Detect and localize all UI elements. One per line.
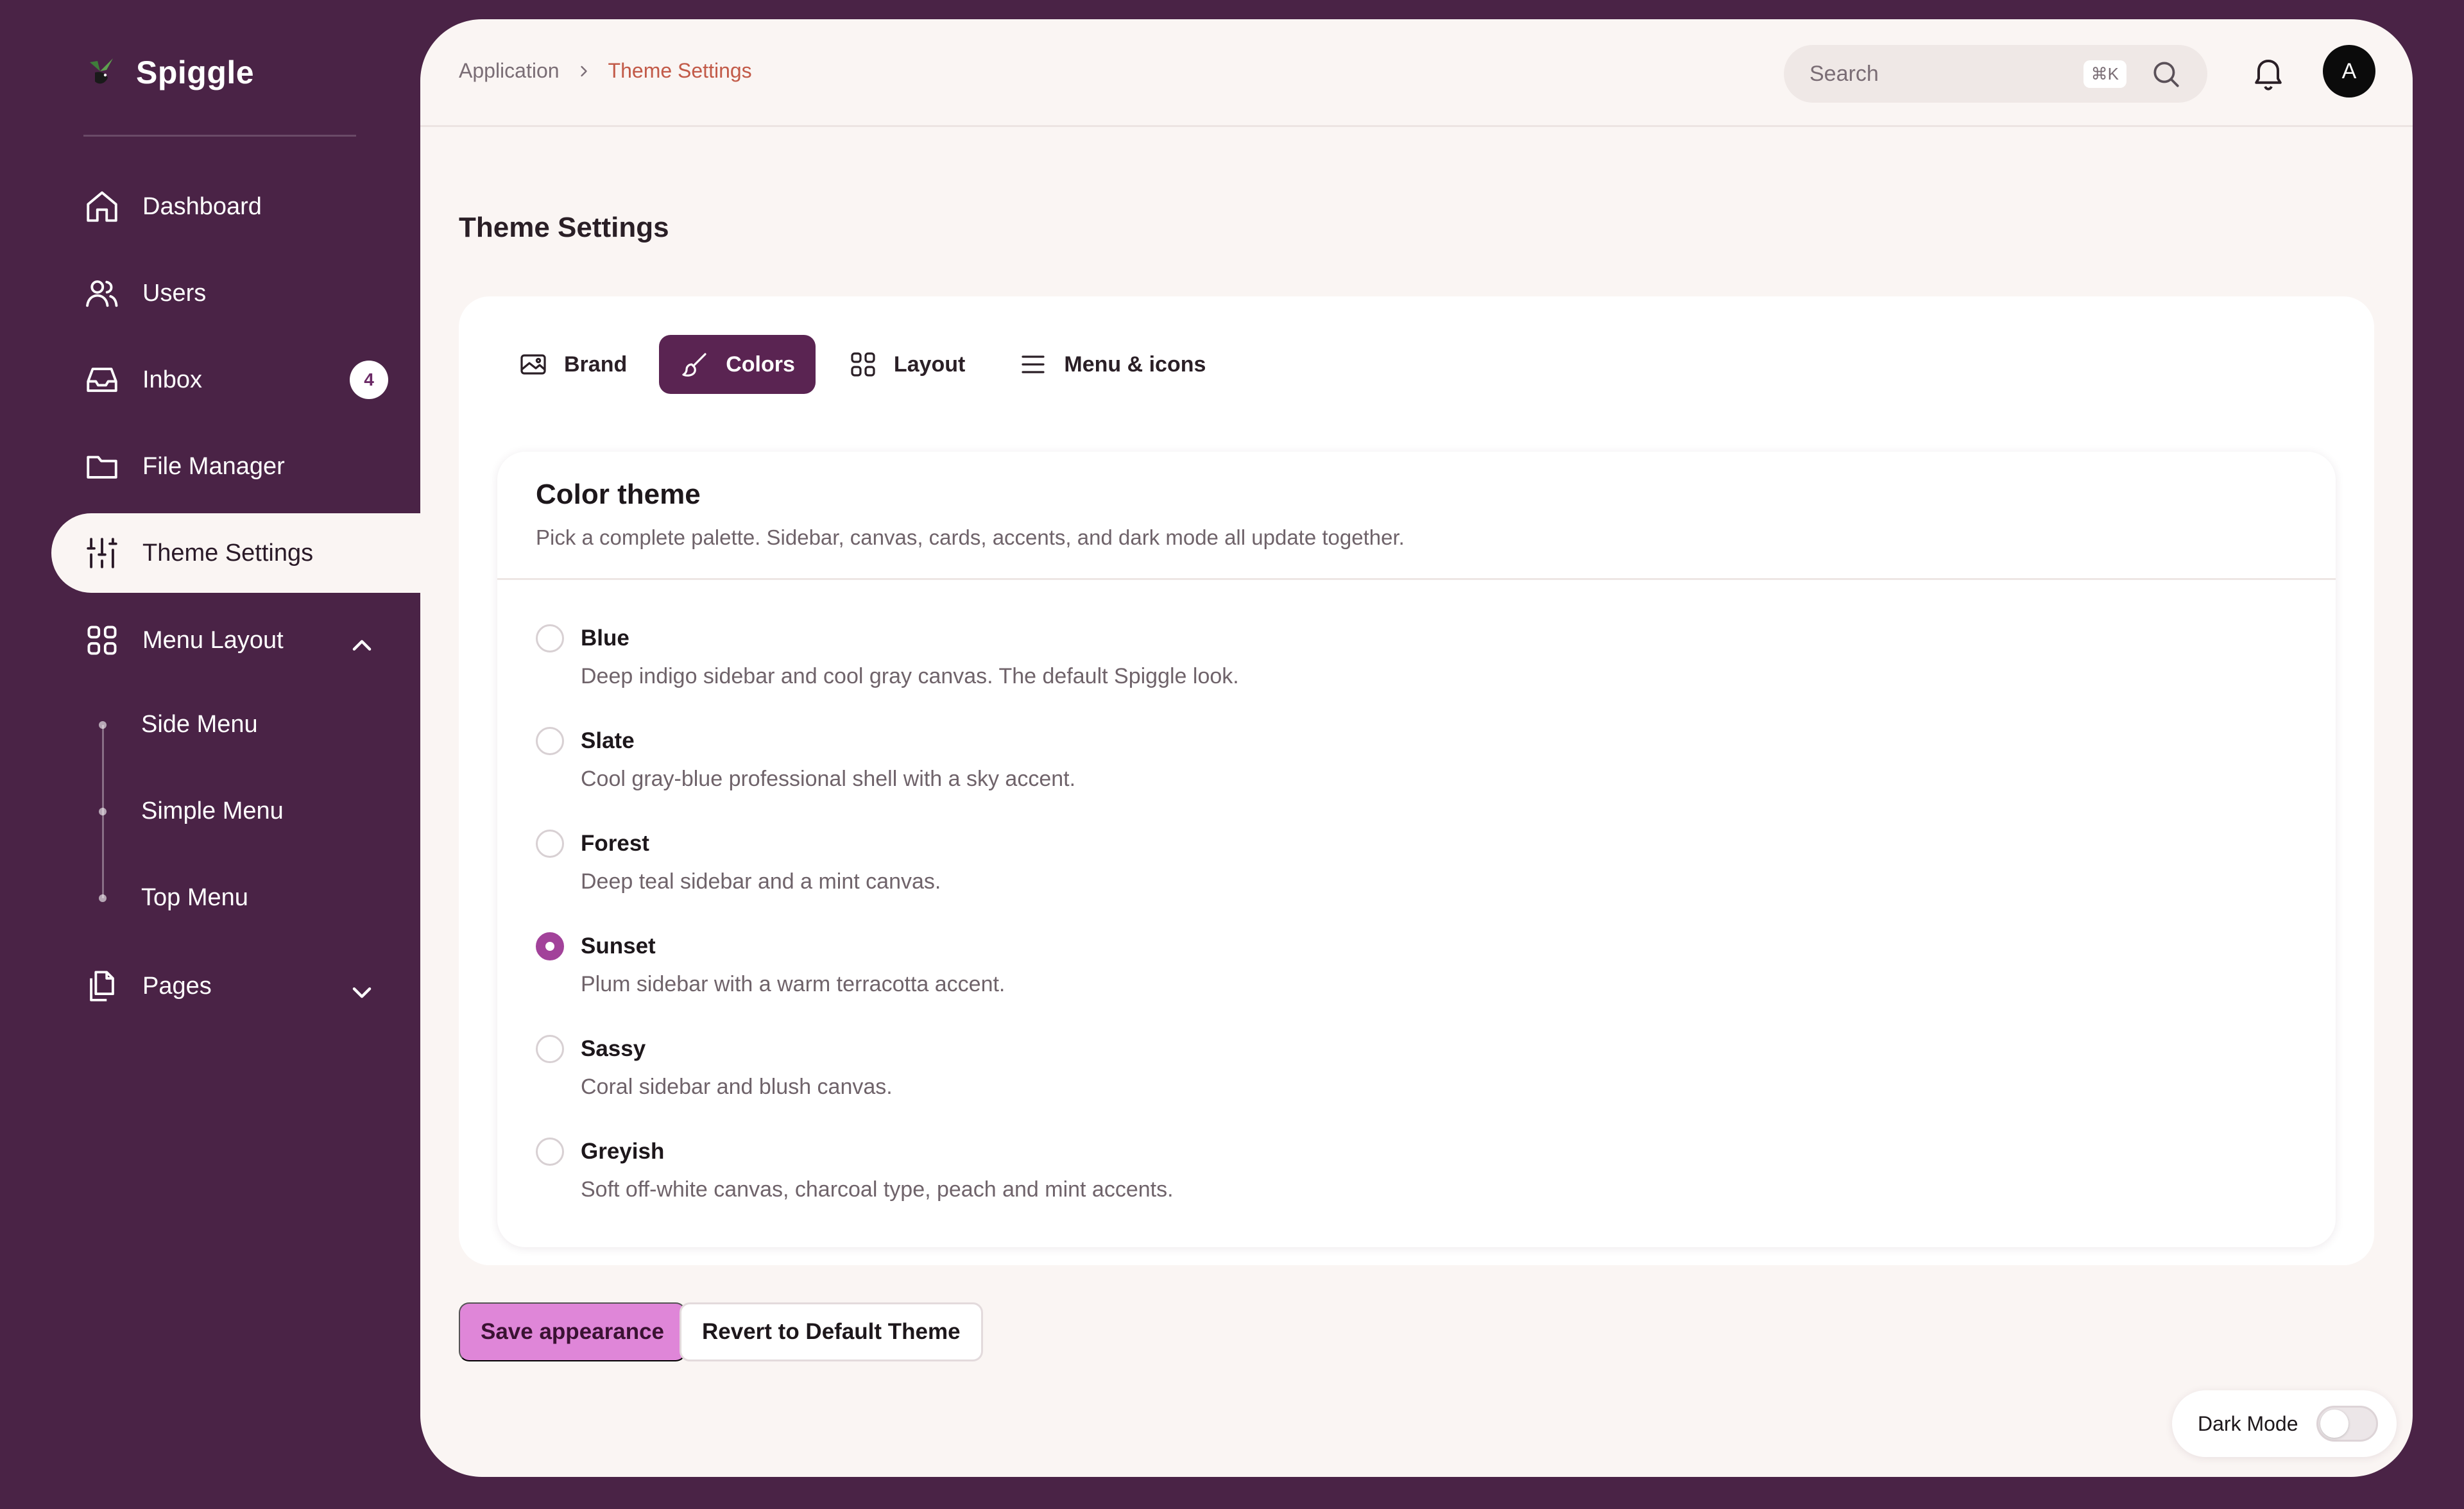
chevron-right-icon [580,65,587,76]
sidebar-divider [83,135,356,137]
save-appearance-button[interactable]: Save appearance [459,1302,687,1361]
sliders-icon [87,538,117,568]
radio-button[interactable] [536,624,564,652]
sidebar-item-label: Theme Settings [142,539,314,567]
theme-option-desc: Cool gray-blue professional shell with a… [581,767,1076,791]
main-panel: Application Theme Settings Search ⌘K A T… [420,19,2413,1477]
inbox-count-badge: 4 [350,361,388,399]
sidebar: Spiggle Dashboard Users Inbox 4 File Man… [0,0,420,1509]
sidebar-item-label: File Manager [142,452,285,480]
theme-option-name: Forest [581,831,649,856]
sidebar-item-label: Menu Layout [142,626,284,654]
image-icon [520,354,546,375]
theme-option-greyish[interactable]: Greyish Soft off-white canvas, charcoal … [536,1135,2204,1218]
tab-brand[interactable]: Brand [497,335,647,394]
brush-icon [682,353,706,377]
sidebar-item-menu-layout[interactable]: Menu Layout [83,611,385,669]
tab-layout[interactable]: Layout [827,335,986,394]
sidebar-item-label: Dashboard [142,192,262,220]
bell-icon[interactable] [2249,55,2288,93]
dark-mode-control: Dark Mode [2172,1390,2397,1457]
theme-option-desc: Soft off-white canvas, charcoal type, pe… [581,1177,1174,1202]
tab-label: Layout [893,352,966,377]
tabs: Brand Colors Layout Menu & icons [497,335,1226,394]
theme-option-name: Sassy [581,1036,646,1061]
theme-option-slate[interactable]: Slate Cool gray-blue professional shell … [536,724,2204,808]
theme-option-name: Blue [581,626,629,651]
sidebar-subitem-side-menu[interactable]: Side Menu [141,711,258,738]
radio-button[interactable] [536,830,564,858]
tab-label: Menu & icons [1064,352,1206,377]
theme-option-name: Sunset [581,934,656,959]
sidebar-item-pages[interactable]: Pages [83,957,385,1015]
logo-icon [90,58,113,84]
grid-icon [87,626,117,655]
theme-option-sunset[interactable]: Sunset Plum sidebar with a warm terracot… [536,930,2204,1013]
sidebar-subitem-top-menu[interactable]: Top Menu [141,884,248,912]
sidebar-item-theme-settings[interactable]: Theme Settings [83,524,313,582]
pages-icon [90,971,114,1002]
color-theme-title: Color theme [536,479,701,510]
sidebar-item-file-manager[interactable]: File Manager [83,438,385,495]
sidebar-item-label: Inbox [142,366,202,393]
breadcrumb-item-application[interactable]: Application [459,59,560,83]
sidebar-item-dashboard[interactable]: Dashboard [83,178,385,235]
home-icon [87,191,117,222]
page-title: Theme Settings [459,212,669,243]
topbar: Application Theme Settings Search ⌘K A [420,19,2413,127]
theme-option-desc: Coral sidebar and blush canvas. [581,1075,893,1099]
breadcrumb-item-current: Theme Settings [608,59,752,82]
theme-settings-card: Brand Colors Layout Menu & icons Color t… [459,296,2374,1265]
folder-icon [87,456,117,479]
sidebar-subitem-simple-menu[interactable]: Simple Menu [141,797,284,825]
theme-option-desc: Deep teal sidebar and a mint canvas. [581,869,941,894]
theme-option-name: Slate [581,728,635,753]
tab-label: Brand [564,352,628,377]
chevron-up-icon[interactable] [343,627,381,665]
breadcrumb: Application Theme Settings [459,59,752,83]
menu-icon [1022,355,1045,373]
search-input[interactable]: Search ⌘K [1784,45,2207,103]
sidebar-item-inbox[interactable]: Inbox 4 [83,351,388,409]
sidebar-item-users[interactable]: Users [83,264,385,322]
radio-button-selected[interactable] [536,932,564,960]
dark-mode-toggle[interactable] [2316,1406,2378,1442]
chevron-down-icon[interactable] [343,973,381,1010]
search-placeholder: Search [1810,61,1879,86]
revert-default-theme-button[interactable]: Revert to Default Theme [680,1302,983,1361]
theme-option-desc: Deep indigo sidebar and cool gray canvas… [581,664,1239,688]
radio-button[interactable] [536,727,564,755]
brand[interactable]: Spiggle [83,50,254,95]
theme-option-blue[interactable]: Blue Deep indigo sidebar and cool gray c… [536,622,2204,705]
grid-icon [851,352,875,377]
inbox-icon [87,368,117,392]
theme-option-name: Greyish [581,1139,665,1164]
submenu-dot [99,808,107,815]
avatar[interactable]: A [2323,45,2375,98]
dark-mode-label: Dark Mode [2198,1411,2298,1435]
submenu-dot [99,894,107,902]
search-shortcut: ⌘K [2083,60,2126,88]
theme-option-sassy[interactable]: Sassy Coral sidebar and blush canvas. [536,1032,2204,1116]
theme-option-desc: Plum sidebar with a warm terracotta acce… [581,972,1005,996]
radio-button[interactable] [536,1138,564,1166]
theme-option-forest[interactable]: Forest Deep teal sidebar and a mint canv… [536,827,2204,910]
users-icon [86,280,118,307]
sidebar-item-label: Pages [142,972,212,1000]
brand-name: Spiggle [136,55,255,90]
color-theme-header: Color theme Pick a complete palette. Sid… [497,452,2336,580]
sidebar-item-label: Users [142,279,207,307]
color-theme-subtitle: Pick a complete palette. Sidebar, canvas… [536,525,1405,549]
tab-menu-icons[interactable]: Menu & icons [997,335,1226,394]
color-theme-panel: Color theme Pick a complete palette. Sid… [497,452,2336,1247]
tab-label: Colors [726,352,795,377]
search-icon[interactable] [2150,58,2182,90]
tab-colors[interactable]: Colors [659,335,816,394]
radio-button[interactable] [536,1035,564,1063]
submenu-dot [99,721,107,729]
